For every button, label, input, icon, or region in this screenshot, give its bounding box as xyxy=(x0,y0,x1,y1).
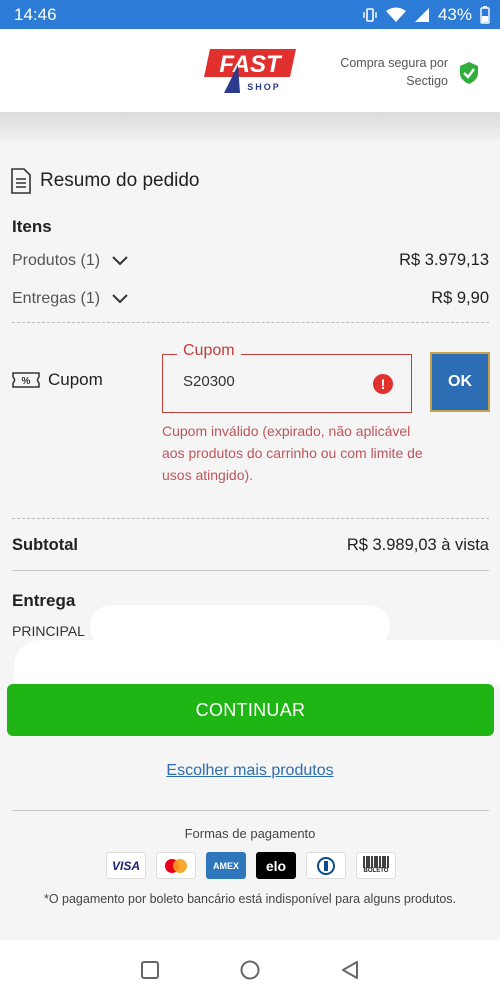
deliveries-row[interactable]: Entregas (1) R$ 9,90 xyxy=(12,289,489,308)
amex-icon: AMEX xyxy=(206,852,246,879)
boleto-note: *O pagamento por boleto bancário está in… xyxy=(43,892,457,906)
recent-apps-button[interactable] xyxy=(139,959,161,981)
secure-line-2: Sectigo xyxy=(406,74,448,88)
secure-purchase-note: Compra segura por Sectigo xyxy=(340,54,448,90)
coupon-label-group: % Cupom xyxy=(12,370,103,390)
mastercard-icon xyxy=(156,852,196,879)
products-label: Produtos (1) xyxy=(12,251,101,269)
coupon-label: Cupom xyxy=(48,370,103,389)
deliveries-label: Entregas (1) xyxy=(12,289,101,307)
payment-methods-title: Formas de pagamento xyxy=(184,826,316,841)
site-header: FAST SHOP Compra segura por Sectigo xyxy=(0,29,500,112)
signal-icon xyxy=(414,7,429,22)
diners-icon xyxy=(306,852,346,879)
svg-text:SHOP: SHOP xyxy=(247,82,281,92)
battery-percent: 43% xyxy=(437,4,472,24)
header-divider xyxy=(0,112,500,140)
products-value: R$ 3.979,13 xyxy=(399,251,489,269)
dashed-divider xyxy=(12,322,489,323)
triangle-back-icon xyxy=(342,961,358,979)
dashed-divider xyxy=(12,518,489,519)
payment-methods: VISA AMEX elo BOLETO xyxy=(106,852,396,879)
chevron-down-icon[interactable] xyxy=(112,255,128,266)
status-bar: 14:46 43% xyxy=(0,0,500,29)
subtotal-label: Subtotal xyxy=(12,536,78,554)
coupon-ticket-icon: % xyxy=(12,372,40,388)
summary-heading: Resumo do pedido xyxy=(10,168,200,194)
system-nav-bar xyxy=(0,940,500,1000)
fast-shop-logo[interactable]: FAST SHOP xyxy=(204,47,298,97)
chevron-down-icon[interactable] xyxy=(112,293,128,304)
summary-title: Resumo do pedido xyxy=(40,170,200,191)
coupon-field-legend: Cupom xyxy=(177,342,241,360)
back-button[interactable] xyxy=(339,959,361,981)
delivery-heading: Entrega xyxy=(12,591,76,610)
elo-icon: elo xyxy=(256,852,296,879)
document-icon xyxy=(11,168,31,194)
coupon-error-message: Cupom inválido (expirado, não aplicável … xyxy=(162,423,423,483)
items-heading: Itens xyxy=(12,217,52,236)
shield-check-icon xyxy=(460,62,478,84)
svg-text:FAST: FAST xyxy=(219,51,283,78)
status-time: 14:46 xyxy=(14,4,57,24)
home-button[interactable] xyxy=(239,959,261,981)
wifi-icon xyxy=(385,7,406,22)
delivery-address: PRINCIPAL xyxy=(12,623,85,639)
subtotal-value: R$ 3.989,03 à vista xyxy=(346,536,489,554)
coupon-field[interactable]: ! xyxy=(162,354,412,413)
boleto-icon: BOLETO xyxy=(356,852,396,879)
svg-text:%: % xyxy=(22,376,31,387)
continue-button[interactable]: CONTINUAR xyxy=(7,684,494,736)
choose-more-products-link[interactable]: Escolher mais produtos xyxy=(0,762,500,780)
vibrate-icon xyxy=(363,7,377,22)
products-row[interactable]: Produtos (1) R$ 3.979,13 xyxy=(12,251,489,270)
divider xyxy=(12,570,489,571)
deliveries-value: R$ 9,90 xyxy=(431,289,489,307)
circle-icon xyxy=(240,960,260,980)
coupon-input[interactable] xyxy=(183,373,363,390)
square-icon xyxy=(141,961,159,979)
apply-coupon-button[interactable]: OK xyxy=(430,352,490,412)
error-icon: ! xyxy=(373,374,393,394)
visa-icon: VISA xyxy=(106,852,146,879)
battery-icon xyxy=(480,5,490,24)
divider xyxy=(12,810,489,811)
secure-line-1: Compra segura por xyxy=(340,56,448,70)
